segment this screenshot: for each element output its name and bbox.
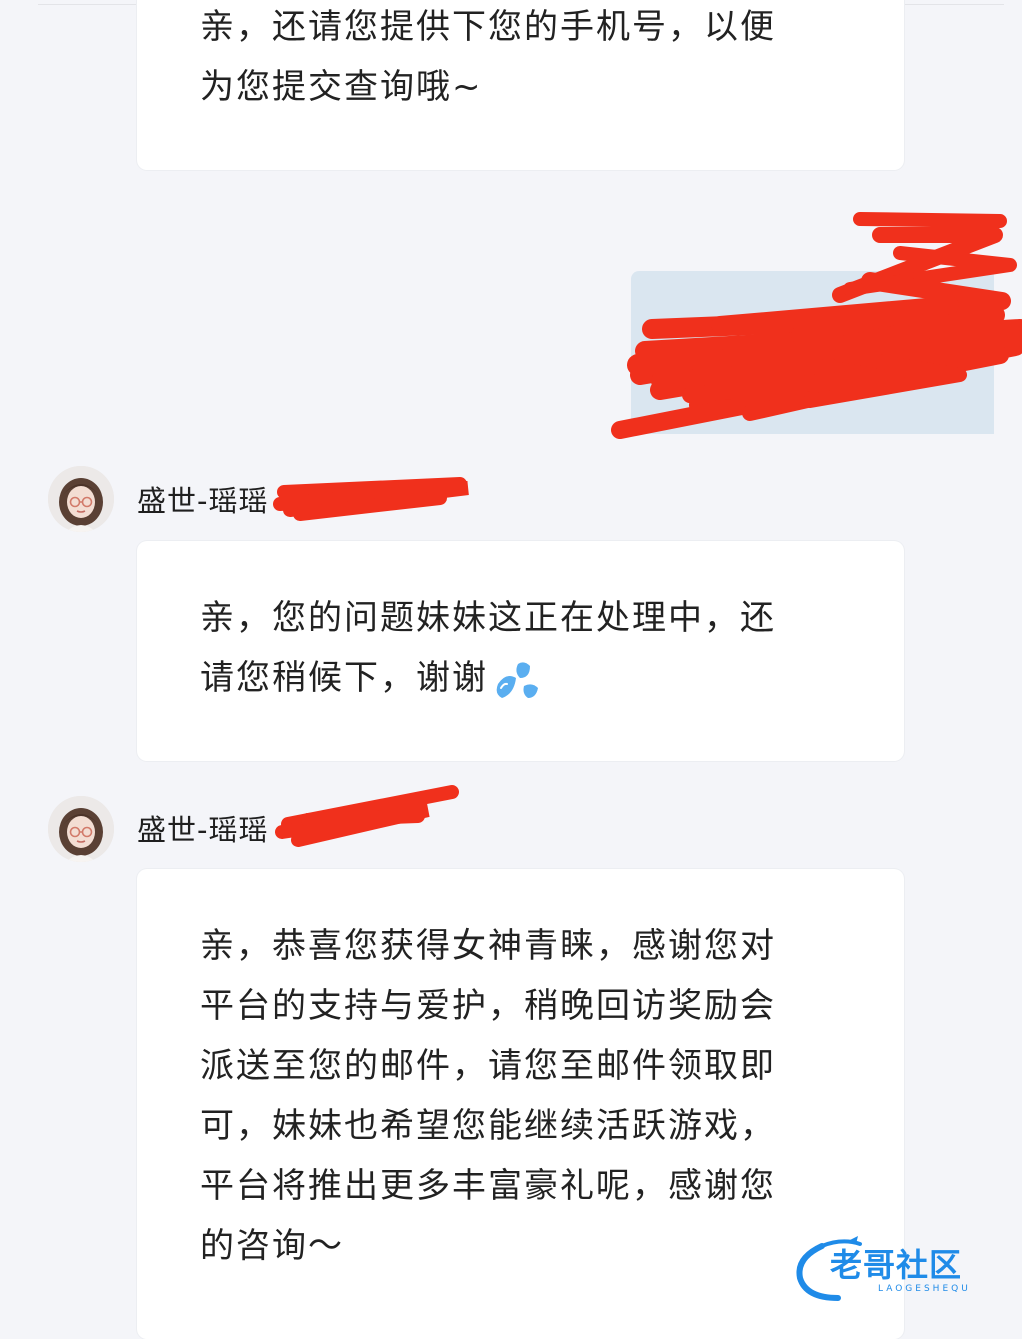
message-line: 亲，您的问题妹妹这正在处理中，还 — [200, 598, 776, 638]
redaction-scribble — [611, 212, 1022, 439]
message-line: 的咨询～ — [200, 1226, 344, 1266]
message-line: 平台将推出更多丰富豪礼呢，感谢您 — [200, 1166, 776, 1206]
sweat-droplets-emoji-icon — [496, 661, 538, 698]
redaction-scribble — [275, 785, 459, 847]
message-line-text: 请您稍候下，谢谢 — [200, 658, 488, 698]
agent-avatar[interactable] — [48, 466, 114, 532]
message-line: 为您提交查询哦~ — [200, 67, 483, 107]
message-line: 平台的支持与爱护，稍晚回访奖励会 — [200, 986, 776, 1026]
avatar-girl-with-glasses-icon — [48, 796, 114, 862]
sender-name: 盛世-瑶瑶 — [137, 484, 269, 518]
message-line: 可，妹妹也希望您能继续活跃游戏， — [200, 1106, 776, 1146]
watermark-logo: 老哥社区 LAOGESHEQU — [792, 1236, 1012, 1306]
watermark-title: 老哥社区 — [830, 1246, 963, 1284]
avatar-girl-with-glasses-icon — [48, 466, 114, 532]
message-bubble-1[interactable]: 亲，还请您提供下您的手机号，以便 为您提交查询哦~ — [137, 0, 904, 170]
message-line-with-emoji: 请您稍候下，谢谢 — [200, 648, 820, 708]
message-line: 派送至您的邮件，请您至邮件领取即 — [200, 1046, 776, 1086]
watermark-subtitle: LAOGESHEQU — [878, 1284, 971, 1294]
sender-name: 盛世-瑶瑶 — [137, 813, 269, 847]
message-line: 亲，恭喜您获得女神青睐，感谢您对 — [200, 926, 776, 966]
agent-avatar[interactable] — [48, 796, 114, 862]
message-line: 亲，还请您提供下您的手机号，以便 — [200, 7, 776, 47]
message-bubble-3[interactable]: 亲，您的问题妹妹这正在处理中，还 请您稍候下，谢谢 — [137, 541, 904, 761]
redaction-scribble — [273, 477, 469, 521]
message-bubble-4[interactable]: 亲，恭喜您获得女神青睐，感谢您对 平台的支持与爱护，稍晚回访奖励会 派送至您的邮… — [137, 869, 904, 1339]
